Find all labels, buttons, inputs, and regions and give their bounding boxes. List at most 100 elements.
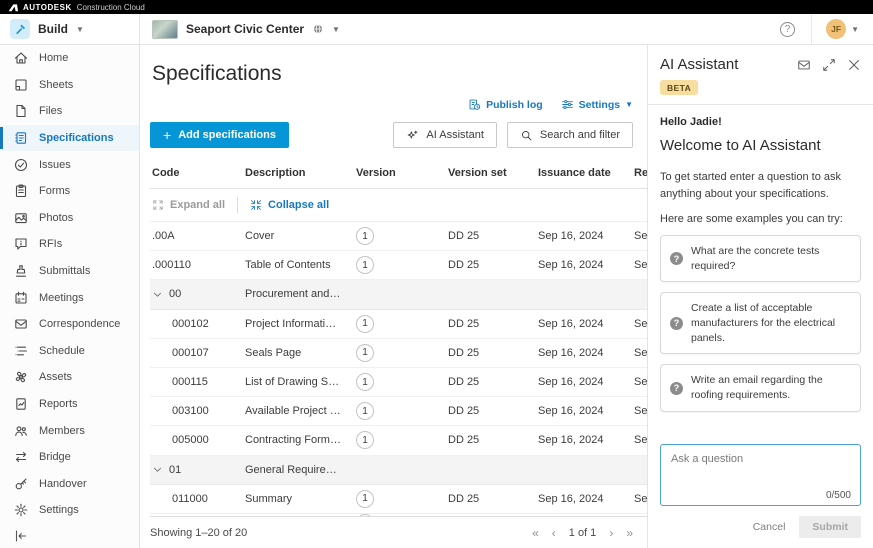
table-body: .00ACover1DD 25Sep 16, 2024Se.000110Tabl…	[150, 222, 647, 514]
ai-assistant-panel: AI Assistant BETA Hello Jadie! Welcome t…	[647, 45, 873, 548]
sidebar-item-bridge[interactable]: Bridge	[0, 444, 139, 471]
submit-button[interactable]: Submit	[799, 516, 861, 538]
account-menu[interactable]: JF ▼	[811, 14, 859, 44]
column-header: Re	[632, 167, 647, 179]
ai-suggestions: ?What are the concrete tests required? ?C…	[660, 235, 861, 412]
correspondence-icon	[13, 316, 29, 332]
ai-suggestion-card[interactable]: ?Create a list of acceptable manufacture…	[660, 292, 861, 354]
last-page-icon[interactable]: »	[626, 526, 633, 540]
version-badge: 1	[356, 227, 374, 245]
ai-input-area: 0/500	[648, 436, 873, 510]
specifications-icon	[13, 130, 29, 146]
sidebar-item-files[interactable]: Files	[0, 98, 139, 125]
collapse-sidebar-icon	[13, 528, 126, 544]
table-group-row[interactable]: 00Procurement and…	[150, 280, 647, 309]
help-icon[interactable]: ?	[780, 22, 795, 37]
sparkle-icon	[406, 129, 419, 142]
table-row[interactable]: 000115List of Drawing S…1DD 25Sep 16, 20…	[150, 368, 647, 397]
table-row[interactable]: 005000Contracting Form…1DD 25Sep 16, 202…	[150, 426, 647, 455]
reports-icon	[13, 396, 29, 412]
ai-assistant-button[interactable]: AI Assistant	[393, 122, 496, 148]
first-page-icon[interactable]: «	[532, 526, 539, 540]
settings-icon	[13, 502, 29, 518]
version-badge: 1	[356, 344, 374, 362]
ask-question-input[interactable]	[669, 451, 852, 489]
sidebar-item-photos[interactable]: Photos	[0, 205, 139, 232]
sidebar-item-schedule[interactable]: Schedule	[0, 338, 139, 365]
table-row[interactable]: 011000Summary1DD 25Sep 16, 2024Se	[150, 485, 647, 514]
prev-page-icon[interactable]: ‹	[552, 526, 556, 540]
feedback-envelope-icon[interactable]	[797, 58, 811, 72]
home-icon	[13, 50, 29, 66]
search-icon	[520, 129, 533, 142]
sidebar-item-correspondence[interactable]: Correspondence	[0, 311, 139, 338]
chevron-down-icon[interactable]	[152, 289, 163, 300]
table-group-row[interactable]: 01General Require…	[150, 456, 647, 485]
autodesk-brand: AUTODESK	[23, 3, 72, 12]
sidebar-item-rfis[interactable]: RFIs	[0, 231, 139, 258]
ai-suggestion-card[interactable]: ?What are the concrete tests required?	[660, 235, 861, 282]
pagination: « ‹ 1 of 1 › »	[532, 526, 633, 540]
schedule-icon	[13, 343, 29, 359]
column-header: Version set	[446, 167, 536, 179]
sidebar-item-issues[interactable]: Issues	[0, 151, 139, 178]
table-row[interactable]: .00ACover1DD 25Sep 16, 2024Se	[150, 222, 647, 251]
chevron-down-icon: ▼	[625, 100, 633, 109]
char-counter: 0/500	[826, 490, 851, 501]
expand-panel-icon[interactable]	[822, 58, 836, 72]
table-row[interactable]: .000110Table of Contents1DD 25Sep 16, 20…	[150, 251, 647, 280]
sheets-icon	[13, 77, 29, 93]
meetings-icon	[13, 290, 29, 306]
search-and-filter-button[interactable]: Search and filter	[507, 122, 633, 148]
ai-suggestion-card[interactable]: ?Write an email regarding the roofing re…	[660, 364, 861, 411]
chevron-down-icon[interactable]	[152, 464, 163, 475]
bridge-icon	[13, 449, 29, 465]
table-footer: Showing 1–20 of 20 « ‹ 1 of 1 › »	[150, 517, 647, 548]
sidebar-item-specifications[interactable]: Specifications	[0, 125, 139, 152]
collapse-all-button[interactable]: Collapse all	[250, 199, 329, 211]
table-toolbar: Expand all Collapse all	[150, 189, 647, 222]
ai-welcome-title: Welcome to AI Assistant	[660, 137, 861, 154]
sidebar-item-home[interactable]: Home	[0, 45, 139, 72]
column-header: Code	[150, 167, 243, 179]
specifications-table: CodeDescriptionVersionVersion setIssuanc…	[150, 161, 647, 517]
project-selector[interactable]: Seaport Civic Center ▼	[140, 14, 352, 44]
publish-log-link[interactable]: Publish log	[468, 98, 543, 111]
product-name: Construction Cloud	[77, 3, 145, 12]
module-selector[interactable]: Build ▼	[0, 14, 140, 44]
add-specifications-button[interactable]: + Add specifications	[150, 122, 289, 148]
ai-greeting: Hello Jadie!	[660, 116, 861, 128]
page-title: Specifications	[152, 62, 647, 86]
table-row[interactable]: 003100Available Project …1DD 25Sep 16, 2…	[150, 397, 647, 426]
sidebar-item-forms[interactable]: Forms	[0, 178, 139, 205]
question-mark-icon: ?	[670, 382, 683, 395]
settings-link[interactable]: Settings ▼	[561, 98, 633, 111]
toolbar-divider	[237, 197, 238, 213]
sidebar-item-meetings[interactable]: Meetings	[0, 284, 139, 311]
close-icon[interactable]	[847, 58, 861, 72]
expand-all-button[interactable]: Expand all	[152, 199, 225, 211]
sidebar-item-handover[interactable]: Handover	[0, 471, 139, 498]
publish-log-icon	[468, 98, 481, 111]
version-badge: 1	[356, 490, 374, 508]
version-badge: 1	[356, 256, 374, 274]
version-badge: 1	[356, 373, 374, 391]
files-icon	[13, 103, 29, 119]
sidebar-item-settings[interactable]: Settings	[0, 497, 139, 524]
table-row[interactable]: 000102Project Informati…1DD 25Sep 16, 20…	[150, 310, 647, 339]
cancel-button[interactable]: Cancel	[753, 521, 786, 533]
next-page-icon[interactable]: ›	[609, 526, 613, 540]
expand-icon	[152, 199, 164, 211]
version-badge: 1	[356, 431, 374, 449]
table-row[interactable]: 000107Seals Page1DD 25Sep 16, 2024Se	[150, 339, 647, 368]
column-header: Issuance date	[536, 167, 632, 179]
photos-icon	[13, 210, 29, 226]
sidebar-item-reports[interactable]: Reports	[0, 391, 139, 418]
sidebar-item-submittals[interactable]: Submittals	[0, 258, 139, 285]
sidebar-item-assets[interactable]: Assets	[0, 364, 139, 391]
sidebar-item-members[interactable]: Members	[0, 417, 139, 444]
main-content: Specifications Publish log Settings ▼ + …	[140, 45, 647, 548]
collapse-sidebar-button[interactable]	[0, 524, 139, 548]
sidebar-item-sheets[interactable]: Sheets	[0, 72, 139, 99]
project-name: Seaport Civic Center	[186, 22, 304, 36]
